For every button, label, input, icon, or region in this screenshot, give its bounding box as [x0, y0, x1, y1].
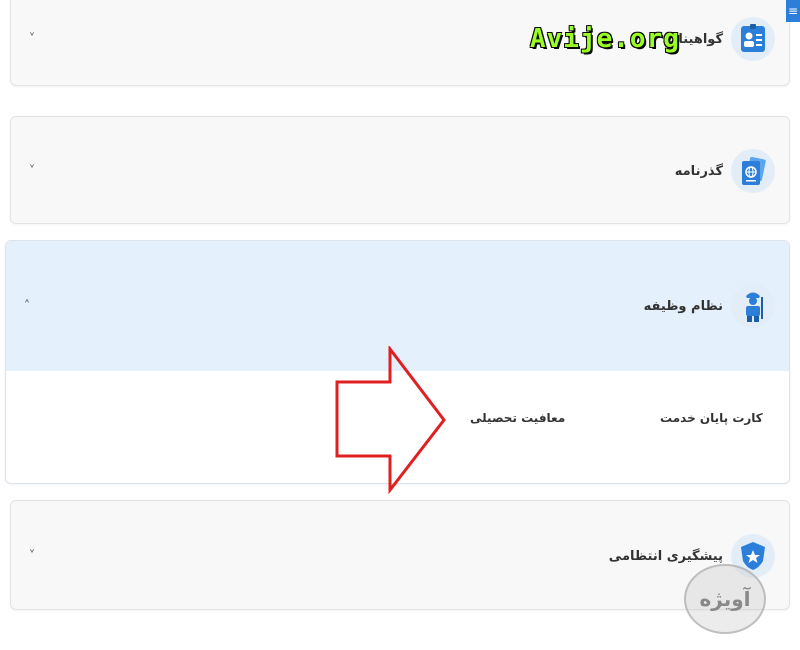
soldier-icon — [731, 284, 775, 328]
link-service-completion-card[interactable]: کارت پایان خدمت — [660, 411, 763, 425]
link-educational-exemption[interactable]: معافیت تحصیلی — [470, 411, 565, 425]
accordion-header-passport[interactable]: ˅ گذرنامه — [11, 117, 789, 225]
accordion-card-police-prevention: ˅ پیشگیری انتظامی — [10, 500, 790, 610]
chevron-down-icon: ˅ — [28, 31, 36, 47]
accordion-card-passport: ˅ گذرنامه — [10, 116, 790, 224]
watermark-text: Avije.org — [530, 24, 680, 54]
passport-icon — [731, 149, 775, 193]
accordion-title-passport: گذرنامه — [674, 163, 723, 179]
accordion-title-military-service: نظام وظیفه — [643, 298, 723, 314]
watermark-logo: آویژه — [684, 564, 766, 634]
red-arrow-annotation — [335, 346, 446, 494]
accordion-title-police-prevention: پیشگیری انتظامی — [608, 548, 723, 564]
menu-icon[interactable]: ≡ — [786, 0, 800, 22]
chevron-down-icon: ˅ — [28, 163, 36, 179]
chevron-up-icon: ˄ — [23, 298, 31, 314]
license-card-icon — [731, 17, 775, 61]
accordion-header-police-prevention[interactable]: ˅ پیشگیری انتظامی — [11, 501, 789, 611]
chevron-down-icon: ˅ — [28, 548, 36, 564]
